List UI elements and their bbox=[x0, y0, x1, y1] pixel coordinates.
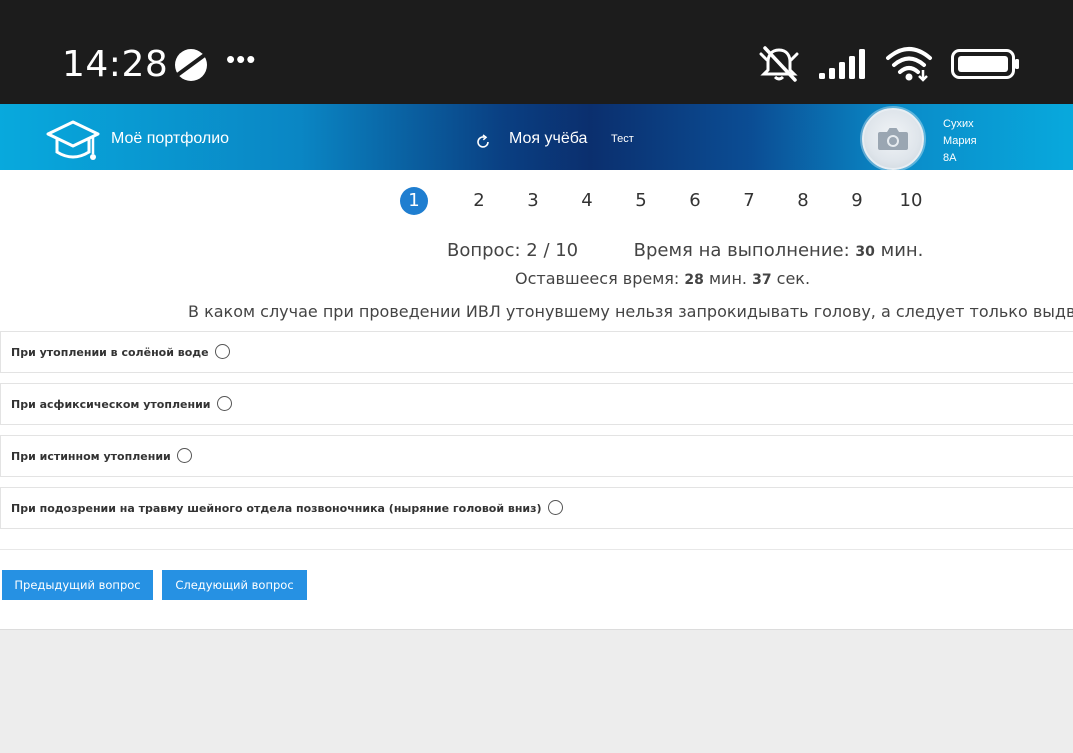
user-info: Сухих Мария 8А bbox=[943, 116, 977, 167]
refresh-icon[interactable] bbox=[475, 134, 491, 150]
previous-question-button[interactable]: Предыдущий вопрос bbox=[2, 570, 153, 600]
status-time: 14:28 bbox=[62, 44, 169, 85]
next-question-button[interactable]: Следующий вопрос bbox=[162, 570, 307, 600]
graduation-cap-icon[interactable] bbox=[46, 118, 100, 166]
camera-icon bbox=[878, 128, 908, 150]
answer-option-3[interactable]: При истинном утоплении bbox=[0, 435, 1073, 477]
page-5[interactable]: 5 bbox=[614, 187, 668, 215]
status-bar: 14:28 ••• bbox=[0, 0, 1073, 104]
answer-radio-1[interactable] bbox=[214, 344, 230, 359]
user-last-name: Сухих bbox=[943, 118, 974, 130]
more-notifications-icon: ••• bbox=[226, 44, 257, 74]
remaining-minutes: 28 bbox=[684, 272, 704, 288]
divider bbox=[0, 549, 1073, 550]
question-text: В каком случае при проведении ИВЛ утонув… bbox=[188, 302, 1073, 321]
my-study-link[interactable]: Моя учёба bbox=[509, 130, 587, 148]
page-7[interactable]: 7 bbox=[722, 187, 776, 215]
answer-radio-2[interactable] bbox=[216, 396, 232, 411]
answer-label: При подозрении на травму шейного отдела … bbox=[11, 501, 542, 515]
app-header: Моё портфолио Моя учёба Тест Сухих Мария… bbox=[0, 104, 1073, 174]
answer-label: При асфиксическом утоплении bbox=[11, 397, 211, 411]
page-9[interactable]: 9 bbox=[830, 187, 884, 215]
time-unit: мин. bbox=[880, 240, 924, 261]
user-class: 8А bbox=[943, 152, 957, 164]
remaining-label: Оставшееся время: bbox=[515, 269, 680, 288]
question-pager: 1 2 3 4 5 6 7 8 9 10 bbox=[398, 187, 938, 215]
user-first-name: Мария bbox=[943, 135, 977, 147]
remaining-seconds: 37 bbox=[752, 272, 772, 288]
remaining-time: Оставшееся время: 28 мин. 37 сек. bbox=[515, 269, 810, 288]
page-10[interactable]: 10 bbox=[884, 187, 938, 215]
planet-icon bbox=[174, 49, 208, 81]
time-label: Время на выполнение: bbox=[633, 240, 850, 261]
page-3[interactable]: 3 bbox=[506, 187, 560, 215]
test-content: 1 2 3 4 5 6 7 8 9 10 Вопрос: 2 / 10 Врем… bbox=[0, 170, 1073, 630]
signal-icon bbox=[819, 49, 865, 79]
remaining-minutes-unit: мин. bbox=[708, 269, 747, 288]
answer-radio-4[interactable] bbox=[547, 500, 563, 515]
question-label: Вопрос: bbox=[447, 240, 521, 261]
answer-option-2[interactable]: При асфиксическом утоплении bbox=[0, 383, 1073, 425]
portfolio-link[interactable]: Моё портфолио bbox=[111, 130, 229, 148]
remaining-seconds-unit: сек. bbox=[776, 269, 811, 288]
answer-option-1[interactable]: При утоплении в солёной воде bbox=[0, 331, 1073, 373]
page-6[interactable]: 6 bbox=[668, 187, 722, 215]
question-info: Вопрос: 2 / 10 Время на выполнение: 30 м… bbox=[447, 240, 923, 261]
page-8[interactable]: 8 bbox=[776, 187, 830, 215]
question-progress: 2 / 10 bbox=[526, 240, 579, 261]
page-2[interactable]: 2 bbox=[452, 187, 506, 215]
avatar[interactable] bbox=[862, 108, 924, 170]
time-value: 30 bbox=[855, 244, 875, 260]
battery-icon bbox=[951, 49, 1019, 79]
answer-radio-3[interactable] bbox=[176, 448, 192, 463]
page-4[interactable]: 4 bbox=[560, 187, 614, 215]
answer-label: При утоплении в солёной воде bbox=[11, 345, 209, 359]
test-breadcrumb: Тест bbox=[611, 133, 634, 145]
answer-option-4[interactable]: При подозрении на травму шейного отдела … bbox=[0, 487, 1073, 529]
page-1[interactable]: 1 bbox=[398, 187, 452, 215]
bell-off-icon bbox=[759, 46, 799, 82]
wifi-icon bbox=[886, 47, 932, 82]
answer-label: При истинном утоплении bbox=[11, 449, 171, 463]
